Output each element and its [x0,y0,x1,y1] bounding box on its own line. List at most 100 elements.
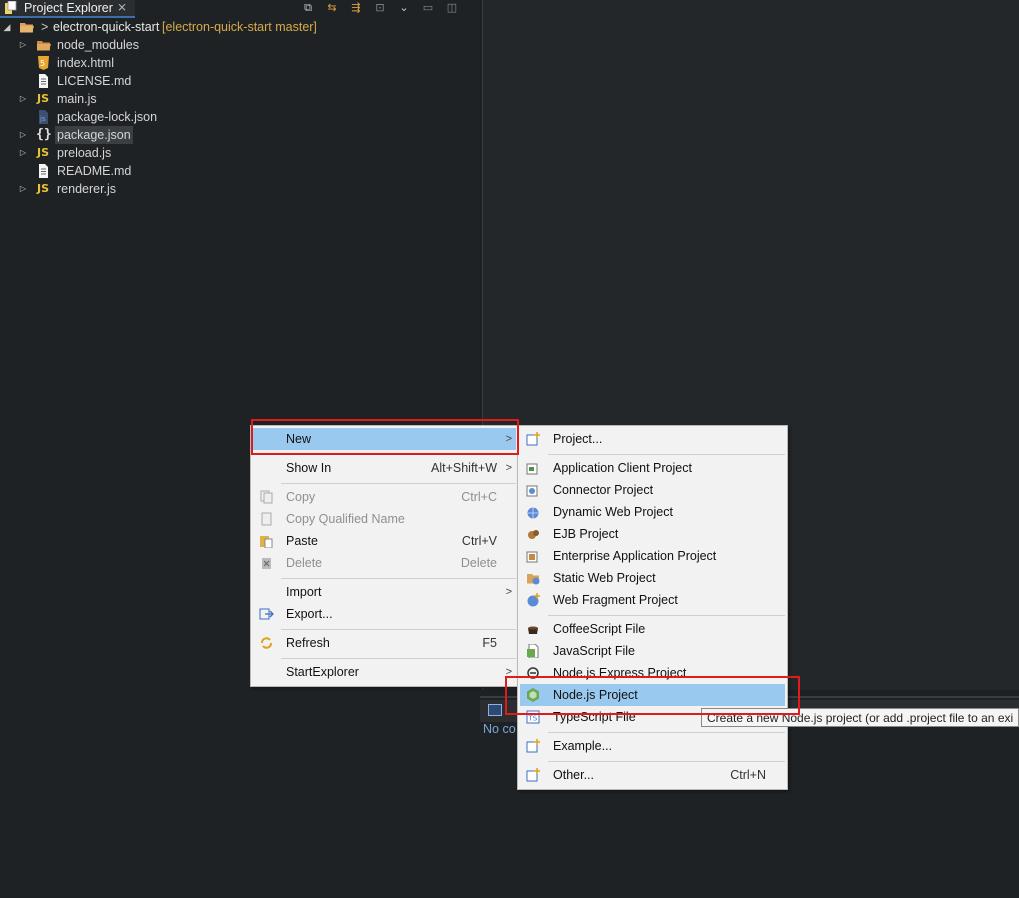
menu-item-label: Web Fragment Project [553,593,678,607]
menu-item-accelerator: Ctrl+V [461,534,497,548]
submenu-item-example[interactable]: Example... [520,735,785,757]
console-status-text: No co [483,722,516,736]
view-menu-icon[interactable]: ⌄ [396,1,412,15]
menu-separator [281,578,516,579]
js-file-icon: JS [37,92,50,105]
new-submenu: Project... Application Client Project Co… [517,425,788,790]
menu-item-startexplorer[interactable]: StartExplorer > [253,661,516,683]
submenu-item-web-fragment-project[interactable]: Web Fragment Project [520,589,785,611]
submenu-item-coffeescript-file[interactable]: CoffeeScript File [520,618,785,640]
project-explorer-tab[interactable]: Project Explorer ⨯ [0,0,135,18]
callout-new [251,419,519,455]
tree-item-label: main.js [57,92,97,106]
menu-item-copy-qualified-name[interactable]: Copy Qualified Name [253,508,516,530]
tree-item[interactable]: 5 index.html [0,54,480,72]
folder-icon [37,41,51,51]
view-toolbar: ⧉ ⇆ ⇶ ⊡ ⌄ ▭ ◫ [300,0,460,16]
collapsed-arrow-icon[interactable]: ▷ [18,36,28,54]
tree-item-label: renderer.js [57,182,117,196]
text-file-icon [39,74,48,88]
web-fragment-project-icon [527,593,540,607]
menu-item-accelerator: Delete [460,556,497,570]
menu-separator [548,615,785,616]
tree-item[interactable]: README.md [0,162,480,180]
submenu-item-application-client-project[interactable]: Application Client Project [520,457,785,479]
submenu-item-connector-project[interactable]: Connector Project [520,479,785,501]
submenu-item-javascript-file[interactable]: JavaScript File [520,640,785,662]
menu-separator [281,629,516,630]
submenu-item-project[interactable]: Project... [520,428,785,450]
callout-nodejs-project [505,676,800,715]
menu-item-label: Show In [286,461,332,475]
tree-item[interactable]: ▷ JS renderer.js [0,180,480,198]
collapsed-arrow-icon[interactable]: ▷ [18,180,28,198]
enterprise-app-project-icon [526,551,538,563]
tree-item-label: node_modules [57,38,140,52]
svg-text:5: 5 [40,59,45,68]
tree-item-label: package-lock.json [57,110,158,124]
menu-item-label: Import [286,585,322,599]
menu-separator [548,454,785,455]
new-project-icon [526,432,540,446]
expanded-arrow-icon[interactable]: ◢ [2,18,12,36]
collapsed-arrow-icon[interactable]: ▷ [18,126,28,144]
javascript-file-icon [527,644,539,658]
connector-project-icon [526,485,538,497]
collapsed-arrow-icon[interactable]: ▷ [18,90,28,108]
submenu-item-enterprise-application-project[interactable]: Enterprise Application Project [520,545,785,567]
minimize-icon[interactable]: ▭ [420,1,436,15]
tree-item[interactable]: ▷ JS preload.js [0,144,480,162]
submenu-item-static-web-project[interactable]: Static Web Project [520,567,785,589]
js-file-icon: JS [37,182,50,195]
menu-separator [281,658,516,659]
tree-item[interactable]: LICENSE.md [0,72,480,90]
static-web-project-icon [527,574,540,585]
filters-icon[interactable]: ⇶ [348,1,364,15]
menu-item-label: JavaScript File [553,644,635,658]
svg-text:TS: TS [528,715,538,723]
project-name: electron-quick-start [53,20,160,34]
menu-item-refresh[interactable]: Refresh F5 [253,632,516,654]
menu-item-label: StartExplorer [286,665,359,679]
submenu-item-dynamic-web-project[interactable]: Dynamic Web Project [520,501,785,523]
project-node[interactable]: ◢ > electron-quick-start [electron-quick… [0,18,480,36]
menu-item-export[interactable]: Export... [253,603,516,625]
menu-item-delete[interactable]: Delete Delete [253,552,516,574]
tree-item[interactable]: ▷ JS main.js [0,90,480,108]
new-example-icon [526,739,540,753]
submenu-item-ejb-project[interactable]: EJB Project [520,523,785,545]
link-with-editor-icon[interactable]: ⇆ [324,1,340,15]
collapsed-arrow-icon[interactable]: ▷ [18,144,28,162]
console-icon[interactable] [488,704,502,716]
focus-icon[interactable]: ⊡ [372,1,388,15]
maximize-icon[interactable]: ◫ [444,1,460,15]
menu-separator [281,483,516,484]
copy-qualified-icon [261,512,272,526]
menu-item-label: Copy Qualified Name [286,512,405,526]
menu-item-label: Static Web Project [553,571,656,585]
js-file-icon: JS [37,146,50,159]
context-menu: New > Show In Alt+Shift+W > Copy Ctrl+C … [250,425,519,687]
menu-item-label: Paste [286,534,318,548]
menu-separator [548,761,785,762]
tree-item[interactable]: ▷ {} package.json [0,126,480,144]
menu-item-import[interactable]: Import > [253,581,516,603]
menu-item-paste[interactable]: Paste Ctrl+V [253,530,516,552]
menu-item-label: Connector Project [553,483,654,497]
menu-item-show-in[interactable]: Show In Alt+Shift+W > [253,457,516,479]
collapse-all-icon[interactable]: ⧉ [300,1,316,15]
submenu-item-other[interactable]: Other... Ctrl+N [520,764,785,786]
copy-icon [260,490,273,504]
menu-item-copy[interactable]: Copy Ctrl+C [253,486,516,508]
paste-icon [260,536,273,548]
tree-item-label: LICENSE.md [57,74,132,88]
tree-item[interactable]: ▷ node_modules [0,36,480,54]
tree-item-label: index.html [57,56,114,70]
tree-item-label: preload.js [57,146,112,160]
menu-item-label: CoffeeScript File [553,622,646,636]
menu-item-accelerator: Ctrl+C [461,490,497,504]
tree-item[interactable]: js package-lock.json [0,108,480,126]
menu-item-label: Copy [286,490,316,504]
close-view-icon[interactable]: ⨯ [117,0,127,15]
refresh-icon [261,637,272,649]
